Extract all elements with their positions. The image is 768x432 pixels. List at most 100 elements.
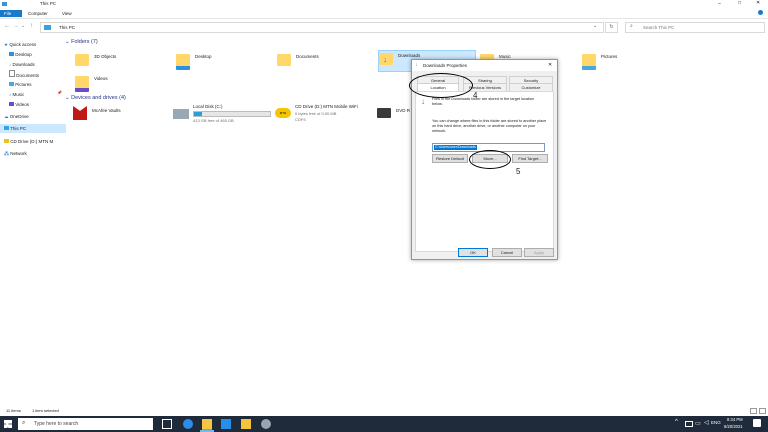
search-icon: ⌕ xyxy=(630,23,633,29)
ok-button[interactable]: OK xyxy=(458,248,488,257)
cancel-button[interactable]: Cancel xyxy=(492,248,522,257)
nav-downloads[interactable]: ↓ Downloads xyxy=(9,60,35,69)
folders-heading[interactable]: ⌄ Folders (7) xyxy=(65,39,98,45)
location-path-value: C:\Users\user\Downloads xyxy=(434,145,477,150)
chevron-down-icon: ⌄ xyxy=(65,39,70,45)
refresh-button[interactable]: ↻ xyxy=(605,22,618,33)
large-icons-view-icon[interactable] xyxy=(759,408,766,414)
download-arrow-icon: ↓ xyxy=(383,55,387,64)
downloads-icon: ↓ xyxy=(415,62,418,68)
folder-3d-objects[interactable]: 3D Objects xyxy=(75,52,165,72)
3d-objects-icon xyxy=(75,54,89,66)
network-tray-icon[interactable]: ▭ xyxy=(695,420,701,427)
local-disk-name: Local Disk (C:) xyxy=(193,104,223,109)
maximize-button[interactable]: □ xyxy=(738,0,741,6)
this-pc-icon xyxy=(4,126,9,130)
nav-network[interactable]: 🖧 Network xyxy=(4,149,27,158)
nav-quick-access[interactable]: ★ Quick access xyxy=(4,40,36,49)
annotation-circle-move-button xyxy=(469,150,511,169)
this-pc-icon xyxy=(44,25,51,30)
volume-icon[interactable]: ◁ xyxy=(704,419,709,426)
address-dropdown-icon[interactable]: ⌄ xyxy=(593,23,597,29)
status-bar: 11 items 1 item selected xyxy=(0,406,768,415)
folder-documents[interactable]: Documents xyxy=(277,52,367,72)
nav-music[interactable]: ♪ Music xyxy=(9,90,24,99)
explorer-app-icon xyxy=(2,2,7,6)
dvd-drive-name: DVD R xyxy=(396,108,411,113)
minimize-button[interactable]: – xyxy=(718,1,721,7)
dvd-drive-icon xyxy=(377,108,391,118)
navigation-pane: ★ Quick access Desktop 📌 ↓ Downloads Doc… xyxy=(0,38,66,408)
recent-chevron-icon[interactable]: ⌄ xyxy=(21,23,25,29)
cd-drive-d[interactable]: MTN CD Drive (D:) MTN Mobile WiFi 0 byte… xyxy=(275,104,375,126)
annotation-step-5: 5 xyxy=(516,167,521,176)
taskbar-search-box[interactable]: ⌕ Type here to search xyxy=(18,418,153,430)
cd-drive-name: CD Drive (D:) MTN Mobile WiFi xyxy=(295,104,358,109)
mcafee-vaults[interactable]: McAfee Vaults xyxy=(73,106,163,126)
tab-view[interactable]: View xyxy=(58,10,76,17)
annotation-circle-location-tab xyxy=(409,73,473,98)
download-arrow-icon: ↓ xyxy=(421,97,425,106)
address-row: ← → ⌄ ↑ This PC ⌄ ↻ ⌕ Search This PC xyxy=(0,19,768,34)
location-description: Files in the Downloads folder are stored… xyxy=(432,97,535,106)
nav-this-pc[interactable]: This PC xyxy=(0,124,66,133)
battery-icon[interactable] xyxy=(685,421,693,427)
mtn-logo-icon: MTN xyxy=(275,108,291,118)
search-box[interactable]: ⌕ Search This PC xyxy=(625,22,765,33)
tray-chevron-icon[interactable]: ^ xyxy=(675,419,678,425)
dialog-close-icon[interactable]: ✕ xyxy=(548,62,552,68)
status-selected: 1 item selected xyxy=(32,408,59,413)
clock-time[interactable]: 8:34 PM xyxy=(727,417,743,422)
clock-date[interactable]: 6/20/2021 xyxy=(724,424,743,429)
back-arrow-icon[interactable]: ← xyxy=(4,23,10,29)
tab-computer[interactable]: Computer xyxy=(24,10,52,17)
search-placeholder: Search This PC xyxy=(643,25,675,30)
cd-drive-free: 0 bytes free of 0.00 MB xyxy=(295,111,337,116)
nav-onedrive[interactable]: ☁ OneDrive xyxy=(4,112,29,121)
local-disk-c[interactable]: Local Disk (C:) 413 GB free of 465 GB xyxy=(173,104,273,126)
nav-pictures[interactable]: Pictures xyxy=(9,80,32,89)
cd-drive-icon xyxy=(4,139,9,143)
close-button[interactable]: ✕ xyxy=(756,0,760,6)
find-target-button[interactable]: Find Target... xyxy=(512,154,548,163)
star-icon: ★ xyxy=(4,42,9,47)
forward-arrow-icon[interactable]: → xyxy=(13,23,19,29)
details-view-icon[interactable] xyxy=(750,408,757,414)
devices-heading[interactable]: ⌄ Devices and drives (4) xyxy=(65,95,126,101)
language-indicator[interactable]: ENG xyxy=(711,420,721,425)
annotation-step-4: 4 xyxy=(473,91,478,100)
chevron-down-icon: ⌄ xyxy=(65,95,70,101)
nav-documents[interactable]: Documents xyxy=(9,70,39,79)
tab-file[interactable]: File xyxy=(0,10,22,17)
documents-icon xyxy=(9,70,15,77)
folder-desktop[interactable]: Desktop xyxy=(176,52,266,72)
desktop-folder-icon xyxy=(176,54,190,70)
windows-drive-icon xyxy=(173,109,189,119)
pictures-folder-icon xyxy=(582,54,596,70)
windows-start-icon[interactable] xyxy=(4,420,12,428)
network-icon: 🖧 xyxy=(4,151,10,156)
edge-browser-icon[interactable] xyxy=(183,419,193,429)
photos-app-icon[interactable] xyxy=(261,419,271,429)
nav-desktop[interactable]: Desktop xyxy=(9,50,32,59)
task-view-icon[interactable] xyxy=(162,419,172,429)
mcafee-logo-icon xyxy=(73,106,87,120)
nav-videos[interactable]: Videos xyxy=(9,100,29,109)
up-arrow-icon[interactable]: ↑ xyxy=(30,23,33,29)
dvd-drive[interactable]: DVD R xyxy=(377,106,411,126)
sticky-app-icon[interactable] xyxy=(241,419,251,429)
disk-usage-fill xyxy=(194,112,203,116)
cd-drive-fs: CDFS xyxy=(295,117,306,122)
restore-default-button[interactable]: Restore Default xyxy=(432,154,468,163)
download-arrow-icon: ↓ xyxy=(9,62,12,67)
apply-button[interactable]: Apply xyxy=(524,248,554,257)
folder-videos[interactable]: Videos xyxy=(75,74,165,94)
mail-icon[interactable] xyxy=(221,419,231,429)
notifications-icon[interactable] xyxy=(753,419,761,427)
title-bar: This PC – □ ✕ xyxy=(0,0,768,9)
address-path: This PC xyxy=(59,25,76,30)
help-icon[interactable] xyxy=(758,10,763,15)
folder-pictures[interactable]: Pictures xyxy=(582,52,672,72)
address-bar[interactable]: This PC ⌄ xyxy=(40,22,604,33)
nav-cd-drive[interactable]: CD Drive (D:) MTN M xyxy=(4,137,53,146)
